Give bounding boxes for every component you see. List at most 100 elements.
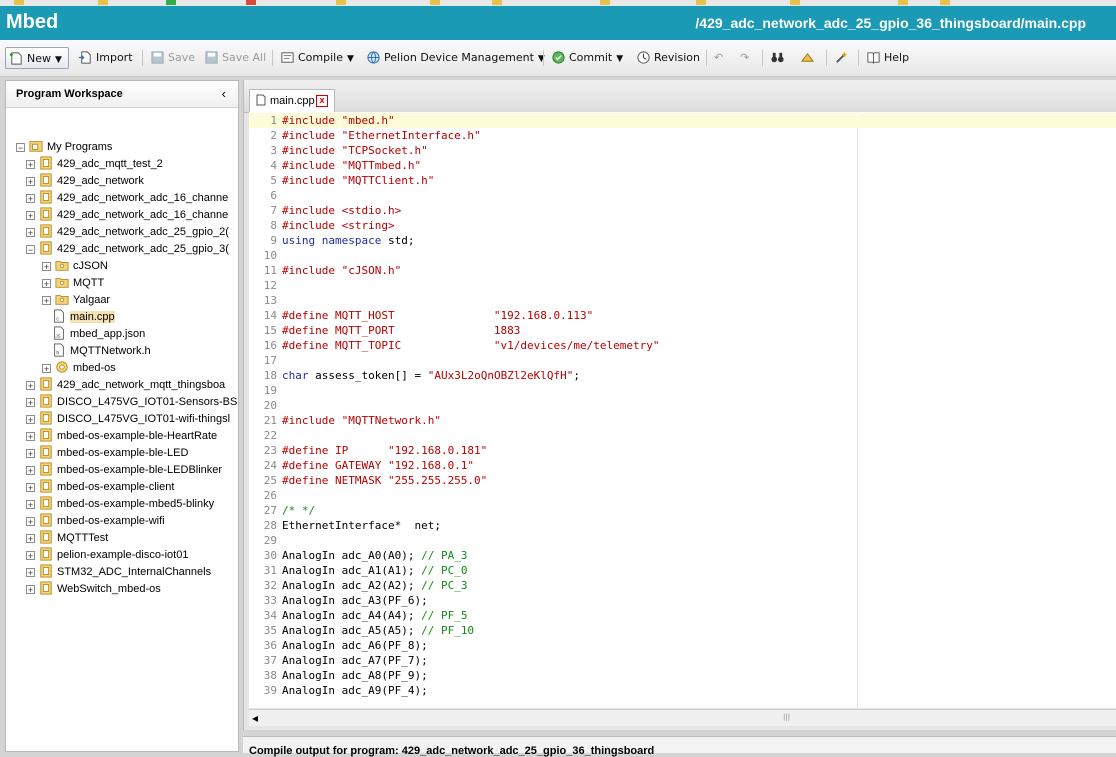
tree-item[interactable]: + mbed-os-example-mbed5-blinky: [26, 496, 214, 513]
tree-item[interactable]: + mbed-os: [42, 360, 116, 377]
code-line[interactable]: 8 #include <string>: [249, 218, 1116, 233]
code-line[interactable]: 14 #define MQTT_HOST "192.168.0.113": [249, 308, 1116, 323]
pelion-device-management-button[interactable]: Pelion Device Management ▼: [366, 47, 545, 69]
tree-item[interactable]: + pelion-example-disco-iot01: [26, 547, 188, 564]
code-line[interactable]: 11 #include "cJSON.h": [249, 263, 1116, 278]
expand-toggle-icon[interactable]: +: [26, 551, 35, 561]
expand-toggle-icon[interactable]: +: [42, 364, 51, 374]
code-editor[interactable]: 1 #include "mbed.h" 2 #include "EthernetInt…: [249, 112, 1116, 708]
code-line[interactable]: 18 char assess_token[] = "AUx3L2oQnOBZl2e…: [249, 368, 1116, 383]
tree-item[interactable]: − 429_adc_network_adc_25_gpio_3(: [26, 241, 229, 258]
code-line[interactable]: 1 #include "mbed.h": [249, 113, 1116, 128]
tree-item[interactable]: + WebSwitch_mbed-os: [26, 581, 161, 598]
expand-toggle-icon[interactable]: +: [42, 279, 51, 289]
code-line[interactable]: 22: [249, 428, 1116, 443]
code-line[interactable]: 36 AnalogIn adc_A6(PF_8);: [249, 638, 1116, 653]
tree-item[interactable]: c main.cpp: [52, 309, 115, 326]
tree-item[interactable]: + MQTT: [42, 275, 104, 292]
code-line[interactable]: 2 #include "EthernetInterface.h": [249, 128, 1116, 143]
tree-item[interactable]: +429_adc_network_adc_25_gpio_2(: [26, 224, 229, 241]
tree-item[interactable]: +429_adc_network_mqtt_thingsboa: [26, 377, 225, 394]
collapse-panel-icon[interactable]: ‹: [222, 81, 226, 107]
undo-button[interactable]: ↶: [714, 47, 723, 69]
bookmark-folder-icon[interactable]: [898, 0, 908, 5]
bookmark-folder-icon[interactable]: [600, 0, 610, 5]
tree-item[interactable]: + mbed-os-example-ble-HeartRate: [26, 428, 217, 445]
bookmark-icon[interactable]: [246, 0, 256, 5]
save-button[interactable]: Save: [150, 47, 195, 69]
expand-toggle-icon[interactable]: +: [26, 466, 35, 476]
code-line[interactable]: 12: [249, 278, 1116, 293]
bookmark-folder-icon[interactable]: [98, 0, 108, 5]
tree-item[interactable]: +429_adc_network_adc_16_channe: [26, 190, 228, 207]
bookmark-folder-icon[interactable]: [940, 0, 950, 5]
tree-item[interactable]: +429_adc_network: [26, 173, 144, 190]
code-line[interactable]: 37 AnalogIn adc_A7(PF_7);: [249, 653, 1116, 668]
horizontal-scrollbar[interactable]: ◂ |||: [249, 709, 1116, 726]
expand-toggle-icon[interactable]: +: [26, 432, 35, 442]
code-line[interactable]: 21 #include "MQTTNetwork.h": [249, 413, 1116, 428]
code-line[interactable]: 15 #define MQTT_PORT 1883: [249, 323, 1116, 338]
code-line[interactable]: 26: [249, 488, 1116, 503]
expand-toggle-icon[interactable]: −: [26, 245, 35, 255]
tree-item[interactable]: + STM32_ADC_InternalChannels: [26, 564, 211, 581]
code-line[interactable]: 38 AnalogIn adc_A8(PF_9);: [249, 668, 1116, 683]
bookmark-folder-icon[interactable]: [492, 0, 502, 5]
code-line[interactable]: 19: [249, 383, 1116, 398]
help-button[interactable]: Help: [866, 47, 909, 69]
new-button[interactable]: New ▼: [5, 47, 69, 69]
code-line[interactable]: 27 /* */: [249, 503, 1116, 518]
bookmark-folder-icon[interactable]: [790, 0, 800, 5]
tree-item[interactable]: +429_adc_mqtt_test_2: [26, 156, 163, 173]
bookmark-folder-icon[interactable]: [14, 0, 24, 5]
revision-button[interactable]: Revision: [636, 47, 700, 69]
code-line[interactable]: 35 AnalogIn adc_A5(A5); // PF_10: [249, 623, 1116, 638]
tree-item[interactable]: + cJSON: [42, 258, 108, 275]
code-line[interactable]: 16 #define MQTT_TOPIC "v1/devices/me/tele…: [249, 338, 1116, 353]
expand-toggle-icon[interactable]: +: [26, 211, 35, 221]
commit-button[interactable]: Commit ▼: [551, 47, 623, 69]
tree-item[interactable]: h MQTTNetwork.h: [52, 343, 151, 360]
tools-button[interactable]: [834, 47, 852, 69]
format-code-button[interactable]: [800, 47, 818, 69]
tree-root-my-programs[interactable]: − My Programs: [16, 139, 112, 156]
code-line[interactable]: 5 #include "MQTTClient.h": [249, 173, 1116, 188]
tree-item[interactable]: + mbed-os-example-wifi: [26, 513, 165, 530]
tree-item[interactable]: + mbed-os-example-ble-LEDBlinker: [26, 462, 222, 479]
code-line[interactable]: 6: [249, 188, 1116, 203]
code-line[interactable]: 4 #include "MQTTmbed.h": [249, 158, 1116, 173]
code-line[interactable]: 33 AnalogIn adc_A3(PF_6);: [249, 593, 1116, 608]
tree-item[interactable]: + DISCO_L475VG_IOT01-wifi-thingsl: [26, 411, 230, 428]
code-line[interactable]: 28 EthernetInterface* net;: [249, 518, 1116, 533]
expand-toggle-icon[interactable]: +: [26, 517, 35, 527]
code-line[interactable]: 10: [249, 248, 1116, 263]
tree-item[interactable]: + mbed-os-example-ble-LED: [26, 445, 188, 462]
mbed-logo[interactable]: Mbed: [6, 11, 58, 34]
expand-toggle-icon[interactable]: +: [26, 534, 35, 544]
expand-toggle-icon[interactable]: +: [42, 296, 51, 306]
expand-toggle-icon[interactable]: +: [26, 415, 35, 425]
code-line[interactable]: 17: [249, 353, 1116, 368]
scroll-left-icon[interactable]: ◂: [252, 710, 258, 726]
expand-toggle-icon[interactable]: +: [26, 194, 35, 204]
expand-toggle-icon[interactable]: +: [26, 568, 35, 578]
code-line[interactable]: 39 AnalogIn adc_A9(PF_4);: [249, 683, 1116, 698]
bookmark-folder-icon[interactable]: [336, 0, 346, 5]
expand-toggle-icon[interactable]: +: [26, 500, 35, 510]
tree-item[interactable]: + mbed-os-example-client: [26, 479, 174, 496]
find-button[interactable]: [770, 47, 788, 69]
tree-item[interactable]: + Yalgaar: [42, 292, 110, 309]
expand-toggle-icon[interactable]: +: [26, 160, 35, 170]
code-line[interactable]: 13: [249, 293, 1116, 308]
code-line[interactable]: 3 #include "TCPSocket.h": [249, 143, 1116, 158]
tree-item[interactable]: JS mbed_app.json: [52, 326, 145, 343]
scrollbar-grip-icon[interactable]: |||: [783, 713, 791, 721]
collapse-toggle-icon[interactable]: −: [16, 143, 25, 153]
compile-button[interactable]: Compile ▼: [280, 47, 354, 69]
save-all-button[interactable]: Save All: [204, 47, 266, 69]
code-line[interactable]: 7 #include <stdio.h>: [249, 203, 1116, 218]
code-line[interactable]: 29: [249, 533, 1116, 548]
code-line[interactable]: 23 #define IP "192.168.0.181": [249, 443, 1116, 458]
expand-toggle-icon[interactable]: +: [26, 449, 35, 459]
expand-toggle-icon[interactable]: +: [26, 177, 35, 187]
